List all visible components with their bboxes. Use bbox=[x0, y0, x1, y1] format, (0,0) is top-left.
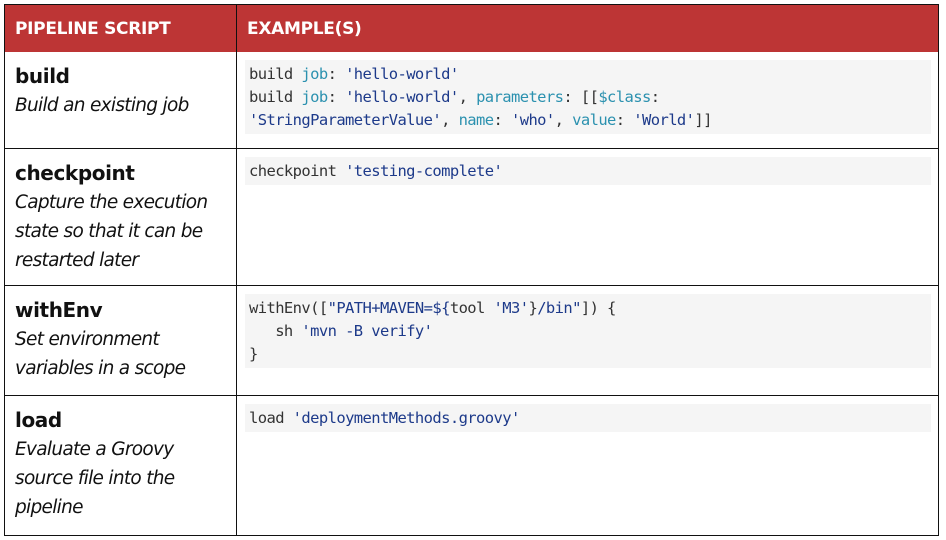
code-line: } bbox=[249, 343, 927, 366]
code-text: : bbox=[327, 88, 346, 106]
step-name: build bbox=[15, 64, 70, 88]
description-line: Set environment bbox=[15, 329, 160, 350]
code-line: build job: 'hello-world' bbox=[249, 63, 927, 86]
description-line: source file into the bbox=[15, 468, 175, 489]
description-line: Build an existing job bbox=[15, 95, 189, 116]
code-text: } bbox=[528, 299, 538, 317]
code-keyword: name bbox=[458, 111, 495, 129]
code-text: : bbox=[650, 88, 660, 106]
row-build-example: build job: 'hello-world' build job: 'hell… bbox=[237, 52, 938, 149]
code-example: load 'deploymentMethods.groovy' bbox=[245, 404, 931, 432]
row-checkpoint-step: checkpoint Capture the execution state so… bbox=[5, 149, 237, 286]
code-text: ]) { bbox=[580, 299, 617, 317]
code-string: 'M3' bbox=[493, 299, 530, 317]
code-example: withEnv(["PATH+MAVEN=${tool 'M3'}/bin"])… bbox=[245, 294, 931, 368]
code-text: : [[ bbox=[563, 88, 599, 106]
header-examples: EXAMPLE(S) bbox=[237, 5, 938, 52]
code-string: 'testing-complete' bbox=[345, 162, 503, 180]
code-keyword: value bbox=[572, 111, 616, 129]
code-text: build bbox=[249, 88, 302, 106]
code-text: , bbox=[441, 111, 459, 129]
code-text: , bbox=[458, 88, 477, 106]
code-line: sh 'mvn -B verify' bbox=[249, 320, 927, 343]
description-line: pipeline bbox=[15, 497, 83, 518]
code-text: tool bbox=[449, 299, 494, 317]
code-string: 'deploymentMethods.groovy' bbox=[292, 409, 521, 427]
description-line: restarted later bbox=[15, 250, 139, 271]
code-keyword: $class bbox=[598, 88, 651, 106]
code-line: withEnv(["PATH+MAVEN=${tool 'M3'}/bin"])… bbox=[249, 297, 927, 320]
code-line: 'StringParameterValue', name: 'who', val… bbox=[249, 109, 927, 132]
code-text: : bbox=[615, 111, 634, 129]
pipeline-steps-table: PIPELINE SCRIPT EXAMPLE(S) build Build a… bbox=[4, 4, 939, 536]
row-checkpoint-example: checkpoint 'testing-complete' bbox=[237, 149, 938, 286]
code-example: checkpoint 'testing-complete' bbox=[245, 157, 931, 185]
step-name: load bbox=[15, 408, 62, 432]
code-keyword: job bbox=[301, 65, 328, 83]
row-withenv-example: withEnv(["PATH+MAVEN=${tool 'M3'}/bin"])… bbox=[237, 286, 938, 396]
code-line: checkpoint 'testing-complete' bbox=[249, 160, 927, 183]
code-text: : bbox=[493, 111, 511, 129]
row-load-step: load Evaluate a Groovy source file into t… bbox=[5, 396, 237, 535]
description-line: Evaluate a Groovy bbox=[15, 439, 174, 460]
code-string: 'who' bbox=[510, 111, 555, 129]
code-string: 'hello-world' bbox=[345, 65, 459, 83]
code-text: withEnv([ bbox=[249, 299, 328, 317]
code-text: checkpoint bbox=[249, 162, 346, 180]
code-string: 'World' bbox=[633, 111, 695, 129]
description-line: Capture the execution bbox=[15, 192, 208, 213]
step-description: Capture the execution state so that it ca… bbox=[5, 185, 236, 275]
code-line: build job: 'hello-world', parameters: [[… bbox=[249, 86, 927, 109]
header-pipeline-script: PIPELINE SCRIPT bbox=[5, 5, 237, 52]
code-text: : bbox=[327, 65, 346, 83]
description-line: variables in a scope bbox=[15, 358, 186, 379]
code-text: load bbox=[249, 409, 293, 427]
step-name: checkpoint bbox=[15, 161, 135, 185]
code-text: build bbox=[249, 65, 302, 83]
code-text: } bbox=[249, 345, 258, 363]
step-description: Build an existing job bbox=[5, 88, 236, 120]
code-text: sh bbox=[249, 322, 302, 340]
code-string: 'mvn -B verify' bbox=[301, 322, 433, 340]
description-line: state so that it can be bbox=[15, 221, 203, 242]
code-string: 'hello-world' bbox=[345, 88, 459, 106]
row-withenv-step: withEnv Set environment variables in a sc… bbox=[5, 286, 237, 396]
code-example: build job: 'hello-world' build job: 'hell… bbox=[245, 60, 931, 134]
step-name: withEnv bbox=[15, 298, 103, 322]
code-string: "PATH+MAVEN=${ bbox=[327, 299, 451, 317]
code-keyword: parameters bbox=[476, 88, 564, 106]
code-string: 'StringParameterValue' bbox=[249, 111, 442, 129]
code-text: ]] bbox=[694, 111, 712, 129]
step-description: Evaluate a Groovy source file into the pip… bbox=[5, 432, 236, 522]
row-load-example: load 'deploymentMethods.groovy' bbox=[237, 396, 938, 535]
code-string: /bin" bbox=[537, 299, 581, 317]
code-text: , bbox=[554, 111, 573, 129]
row-build-step: build Build an existing job bbox=[5, 52, 237, 149]
code-keyword: job bbox=[301, 88, 328, 106]
code-line: load 'deploymentMethods.groovy' bbox=[249, 407, 927, 430]
step-description: Set environment variables in a scope bbox=[5, 322, 236, 383]
